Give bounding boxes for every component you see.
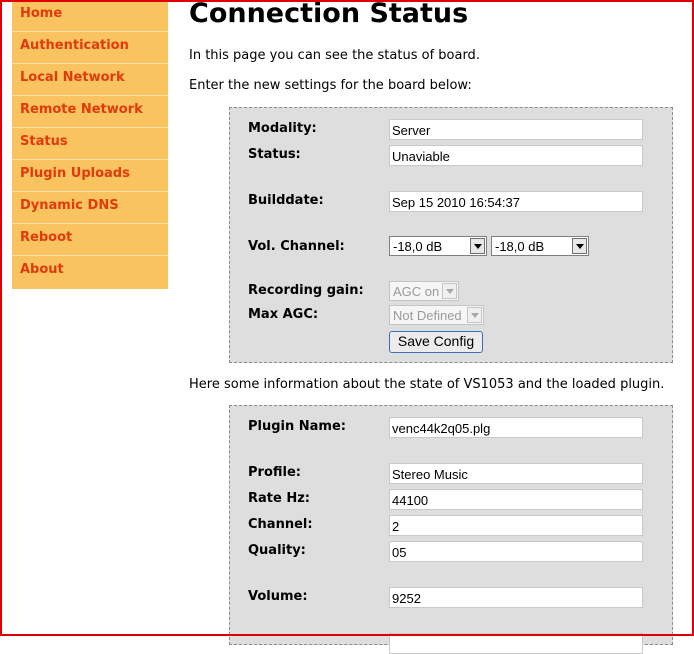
- status-label: Status:: [248, 147, 301, 162]
- recording-gain-label: Recording gain:: [248, 283, 364, 298]
- volume-field[interactable]: 9252: [389, 587, 643, 608]
- chevron-down-icon[interactable]: [572, 238, 587, 254]
- vol-left-select[interactable]: -18,0 dB: [389, 236, 487, 256]
- plugin-intro-text: Here some information about the state of…: [189, 377, 665, 392]
- chevron-down-icon: [467, 307, 482, 323]
- next-field[interactable]: [389, 633, 643, 654]
- rate-label: Rate Hz:: [248, 491, 310, 506]
- sidebar-item-home[interactable]: Home: [12, 0, 168, 32]
- profile-field[interactable]: Stereo Music: [389, 463, 643, 484]
- quality-label: Quality:: [248, 543, 306, 558]
- sidebar-item-authentication[interactable]: Authentication: [12, 32, 168, 64]
- vol-right-select[interactable]: -18,0 dB: [491, 236, 589, 256]
- builddate-field[interactable]: Sep 15 2010 16:54:37: [389, 191, 643, 212]
- page-title: Connection Status: [189, 0, 469, 29]
- max-agc-select[interactable]: Not Defined: [389, 305, 484, 325]
- sidebar-item-local-network[interactable]: Local Network: [12, 64, 168, 96]
- modality-label: Modality:: [248, 121, 317, 136]
- modality-field[interactable]: Server: [389, 119, 643, 140]
- plugin-name-label: Plugin Name:: [248, 419, 346, 434]
- chevron-down-icon: [442, 283, 457, 299]
- save-config-button[interactable]: Save Config: [389, 331, 483, 353]
- rate-field[interactable]: 44100: [389, 489, 643, 510]
- sidebar-item-dynamic-dns[interactable]: Dynamic DNS: [12, 192, 168, 224]
- intro-text: In this page you can see the status of b…: [189, 48, 480, 63]
- profile-label: Profile:: [248, 465, 301, 480]
- chevron-down-icon[interactable]: [470, 238, 485, 254]
- vol-right-value: -18,0 dB: [495, 239, 545, 254]
- sidebar-item-remote-network[interactable]: Remote Network: [12, 96, 168, 128]
- sidebar-item-plugin-uploads[interactable]: Plugin Uploads: [12, 160, 168, 192]
- recording-gain-select[interactable]: AGC on: [389, 281, 459, 301]
- sidebar-nav: Home Authentication Local Network Remote…: [12, 0, 168, 289]
- settings-intro-text: Enter the new settings for the board bel…: [189, 78, 472, 93]
- sidebar-item-about[interactable]: About: [12, 256, 168, 289]
- channel-label: Channel:: [248, 517, 313, 532]
- builddate-label: Builddate:: [248, 193, 324, 208]
- sidebar-item-status[interactable]: Status: [12, 128, 168, 160]
- quality-field[interactable]: 05: [389, 541, 643, 562]
- vol-channel-label: Vol. Channel:: [248, 239, 345, 254]
- board-settings-panel: Modality: Server Status: Unaviable Build…: [229, 107, 673, 363]
- status-field[interactable]: Unaviable: [389, 145, 643, 166]
- max-agc-value: Not Defined: [393, 308, 462, 323]
- recording-gain-value: AGC on: [393, 284, 440, 299]
- channel-field[interactable]: 2: [389, 515, 643, 536]
- max-agc-label: Max AGC:: [248, 307, 319, 322]
- plugin-info-panel: Plugin Name: venc44k2q05.plg Profile: St…: [229, 405, 673, 654]
- vol-left-value: -18,0 dB: [393, 239, 443, 254]
- volume-label: Volume:: [248, 589, 308, 604]
- plugin-name-field[interactable]: venc44k2q05.plg: [389, 417, 643, 438]
- sidebar-item-reboot[interactable]: Reboot: [12, 224, 168, 256]
